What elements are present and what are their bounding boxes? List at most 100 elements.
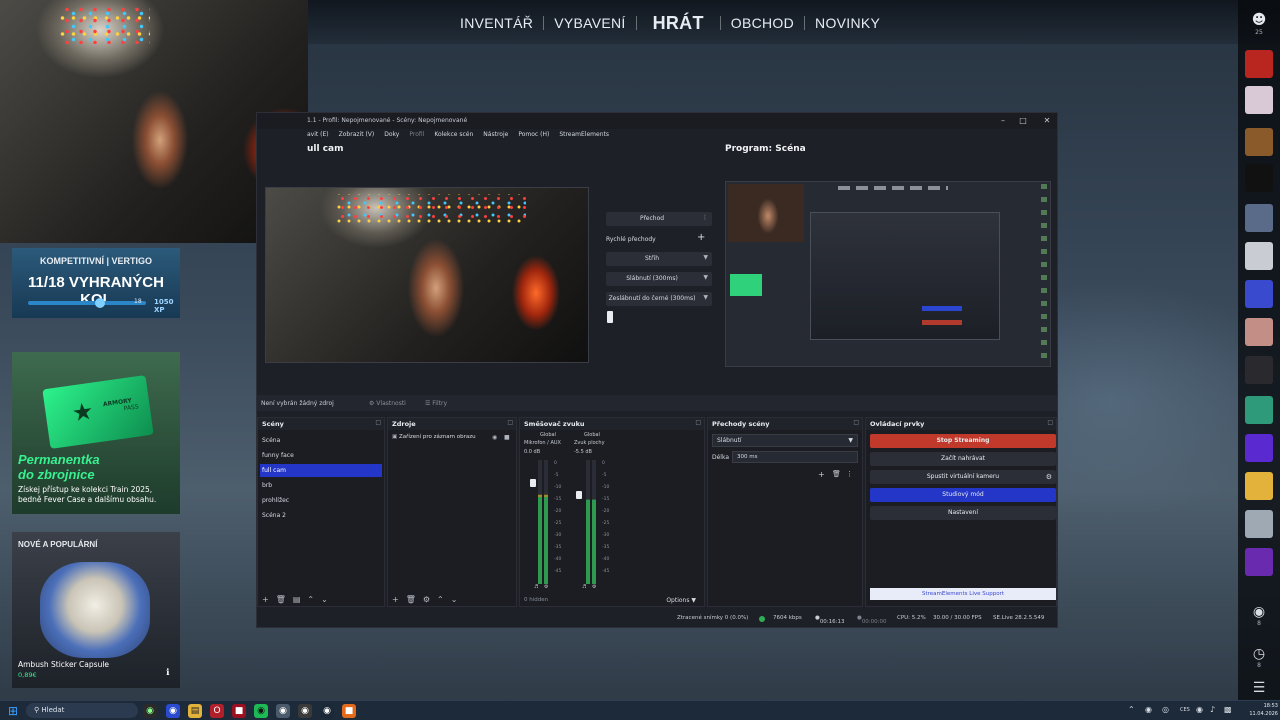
popout-icon[interactable]: □ [375,419,381,426]
friend-avatar[interactable] [1245,242,1273,270]
spotify-icon[interactable]: ◉ [254,704,268,718]
scene-item[interactable]: Scéna 2 [260,509,382,522]
menu-edit[interactable]: avit (E) [307,131,329,141]
network-icon[interactable]: ◉ [1145,705,1152,714]
transition-select[interactable]: Slábnutí ▼ [712,434,858,447]
filters-button[interactable]: ☰ Filtry [425,400,447,407]
quick-transition-fade[interactable]: Slábnutí (300ms) ▼ [606,272,712,286]
chrome-icon[interactable]: ◉ [276,704,290,718]
volume-fader[interactable] [576,491,582,499]
minimize-icon[interactable]: – [997,116,1009,125]
streamelements-support-button[interactable]: StreamElements Live Support [870,588,1056,600]
popout-icon[interactable]: □ [507,419,513,426]
filter-icon[interactable]: ▤ [293,595,301,604]
clock[interactable]: 18:53 11.04.2026 [1238,702,1278,718]
friend-avatar[interactable] [1245,86,1273,114]
friend-avatar[interactable] [1245,164,1273,192]
maximize-icon[interactable]: □ [1017,116,1029,125]
menu-tools[interactable]: Nástroje [483,131,508,141]
friend-avatar[interactable] [1245,128,1273,156]
arrow-down-icon[interactable]: ⌄ [451,595,458,604]
friend-avatar[interactable] [1245,318,1273,346]
quick-transition-fade-black[interactable]: Zeslábnutí do černé (300ms) ▼ [606,292,712,306]
arrow-up-icon[interactable]: ⌃ [307,595,314,604]
source-item[interactable]: ▣ Zařízení pro záznam obrazu ◉ ■ [392,434,512,441]
taskbar-search[interactable]: ⚲ Hledat [26,703,138,718]
lock-icon[interactable]: ■ [504,434,510,441]
scene-item[interactable]: brb [260,479,382,492]
friend-avatar[interactable] [1245,204,1273,232]
volume-fader[interactable] [530,478,536,487]
new-popular-panel[interactable]: NOVÉ A POPULÁRNÍ Ambush Sticker Capsule … [12,532,180,688]
mixer-options-button[interactable]: Options ▼ [666,597,696,604]
studio-mode-button[interactable]: Studiový mód [870,488,1056,502]
friend-avatar[interactable] [1245,548,1273,576]
speaker-icon[interactable]: ♬ [582,584,586,590]
trash-icon[interactable]: 🗑 [406,595,416,604]
chevron-up-icon[interactable]: ⌃ [1128,705,1135,714]
add-icon[interactable]: + [392,595,399,604]
app-icon[interactable]: ■ [342,704,356,718]
trash-icon[interactable]: 🗑 [832,470,841,478]
friend-avatar[interactable] [1245,280,1273,308]
windows-start-icon[interactable]: ⊞ [8,704,18,718]
transition-button[interactable]: Přechod ⋮ [606,212,712,226]
settings-button[interactable]: Nastavení [870,506,1056,520]
transition-slider[interactable] [607,311,613,323]
nav-inventory[interactable]: INVENTÁŘ [450,15,543,31]
gear-icon[interactable]: ⚙ [1046,473,1052,481]
wifi-icon[interactable]: ◉ [1196,705,1203,714]
friends-count[interactable]: ☻ 25 [1238,12,1280,36]
menu-streamelements[interactable]: StreamElements [559,131,609,141]
opera-icon[interactable]: O [210,704,224,718]
speaker-icon[interactable]: ♬ [534,584,538,590]
friend-avatar[interactable] [1245,396,1273,424]
start-recording-button[interactable]: Začít nahrávat [870,452,1056,466]
friend-avatar[interactable] [1245,50,1273,78]
preview-canvas[interactable] [265,187,589,363]
gear-icon[interactable]: ⚙ [423,595,430,604]
language-indicator[interactable]: CES [1180,707,1190,713]
nav-store[interactable]: OBCHOD [721,15,804,31]
gear-icon[interactable]: ⚙ [544,584,548,590]
gear-icon[interactable]: ⚙ [592,584,596,590]
menu-scene-collection[interactable]: Kolekce scén [434,131,473,141]
nav-news[interactable]: NOVINKY [805,15,890,31]
quick-transition-cut[interactable]: Střih ▼ [606,252,712,266]
friend-avatar[interactable] [1245,356,1273,384]
more-icon[interactable]: ⋮ [846,470,853,478]
close-icon[interactable]: ✕ [1041,116,1053,125]
scene-item[interactable]: Scéna [260,434,382,447]
friend-avatar[interactable] [1245,510,1273,538]
steam-icon[interactable]: ◉ [320,704,334,718]
friend-avatar[interactable] [1245,472,1273,500]
microphone-icon[interactable]: ◎ [1162,705,1169,714]
friend-avatar[interactable] [1245,434,1273,462]
stop-streaming-button[interactable]: Stop Streaming [870,434,1056,448]
app-icon[interactable]: ■ [232,704,246,718]
menu-docks[interactable]: Doky [384,131,399,141]
arrow-up-icon[interactable]: ⌃ [437,595,444,604]
menu-view[interactable]: Zobrazit (V) [339,131,375,141]
folder-icon[interactable]: ▤ [188,704,202,718]
info-icon[interactable]: ℹ [166,668,169,678]
battery-icon[interactable]: ▩ [1224,705,1232,714]
menu-profile[interactable]: Profil [409,131,424,141]
armory-pass-panel[interactable]: ★ ARMORY PASS Permanentka do zbrojnice Z… [12,352,180,514]
popout-icon[interactable]: □ [853,419,859,426]
popout-icon[interactable]: □ [1047,419,1053,426]
program-canvas[interactable] [725,181,1051,367]
nav-play[interactable]: HRÁT [637,13,720,34]
arrow-down-icon[interactable]: ⌄ [321,595,328,604]
add-quick-transition-icon[interactable]: + [697,232,705,243]
add-icon[interactable]: + [262,595,269,604]
nav-loadout[interactable]: VYBAVENÍ [544,15,635,31]
add-icon[interactable]: + [818,470,825,479]
competitive-progress-panel[interactable]: KOMPETITIVNÍ | VERTIGO 11/18 VYHRANÝCH K… [12,248,180,318]
scene-item[interactable]: funny face [260,449,382,462]
history-icon[interactable]: ◷ 8 [1238,646,1280,669]
virtual-camera-button[interactable]: Spustit virtuální kameru ⚙ [870,470,1056,484]
xbox-icon[interactable]: ◉ [143,704,157,718]
volume-icon[interactable]: ♪ [1210,705,1215,714]
scene-item[interactable]: prohlížec [260,494,382,507]
